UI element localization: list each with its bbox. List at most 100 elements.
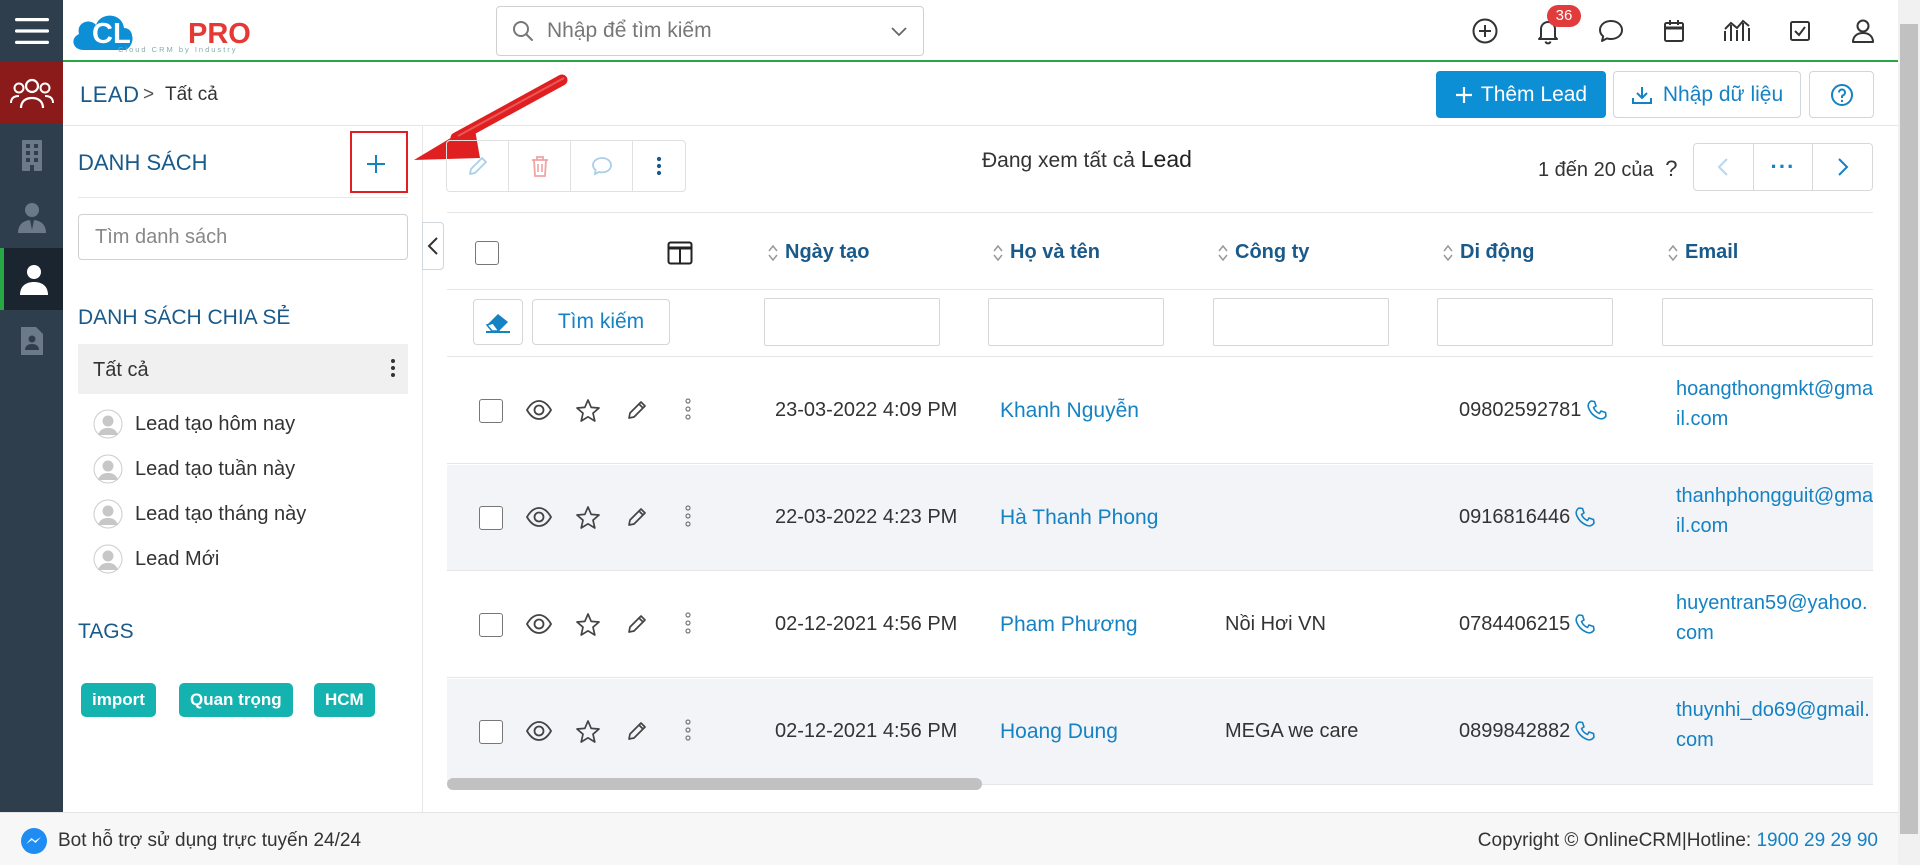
table-row[interactable]: 02-12-2021 4:56 PM Hoang Dung MEGA we ca… [447, 679, 1873, 785]
next-page-button[interactable] [1813, 144, 1872, 190]
avatar-icon [93, 499, 123, 529]
list-search-input[interactable] [78, 214, 408, 260]
list-item[interactable]: Lead tạo hôm nay [93, 404, 403, 444]
filter-email-input[interactable] [1662, 298, 1873, 346]
page-total[interactable]: ? [1665, 156, 1677, 181]
user-profile-button[interactable] [1847, 15, 1879, 47]
phone-icon[interactable] [1574, 613, 1596, 635]
prev-page-button[interactable] [1694, 144, 1754, 190]
column-header-company[interactable]: Công ty [1217, 241, 1309, 264]
collapse-panel-button[interactable] [422, 222, 444, 270]
eye-icon[interactable] [525, 612, 553, 636]
reports-button[interactable] [1721, 15, 1753, 47]
chevron-down-icon[interactable] [889, 21, 909, 41]
cell-mobile: 0784406215 [1459, 613, 1571, 635]
nav-item-documents[interactable] [0, 310, 63, 372]
star-icon[interactable] [575, 612, 601, 638]
list-item-label: Lead Mới [135, 547, 220, 570]
tag-import[interactable]: import [81, 683, 156, 717]
columns-icon[interactable] [667, 241, 693, 265]
horizontal-scrollbar[interactable] [447, 778, 982, 790]
chat-button[interactable] [1595, 15, 1627, 47]
cell-email[interactable]: thuynhi_do69@gmail.com [1676, 695, 1873, 755]
more-icon [656, 156, 662, 176]
import-data-button[interactable]: Nhập dữ liệu [1613, 71, 1801, 118]
more-actions-button[interactable] [633, 141, 685, 191]
nav-item-customers[interactable] [0, 62, 63, 124]
star-icon[interactable] [575, 719, 601, 745]
search-input[interactable] [547, 11, 875, 51]
nav-item-contacts[interactable] [0, 186, 63, 248]
delete-button[interactable] [509, 141, 571, 191]
phone-icon[interactable] [1586, 399, 1608, 421]
column-header-mobile[interactable]: Di động [1442, 241, 1534, 264]
help-button[interactable] [1809, 71, 1874, 118]
sort-icon [1668, 244, 1678, 261]
star-icon[interactable] [575, 505, 601, 531]
add-lead-button[interactable]: Thêm Lead [1436, 71, 1606, 118]
support-bot-link[interactable]: Bot hỗ trợ sử dụng trực tuyến 24/24 [20, 827, 361, 855]
table-row[interactable]: 23-03-2022 4:09 PM Khanh Nguyễn 09802592… [447, 358, 1873, 464]
cell-email[interactable]: huyentran59@yahoo.com [1676, 588, 1873, 648]
column-header-created[interactable]: Ngày tạo [767, 241, 869, 264]
list-item[interactable]: Lead tạo tháng này [93, 494, 403, 534]
menu-button[interactable] [0, 0, 63, 62]
phone-icon[interactable] [1574, 506, 1596, 528]
more-icon[interactable] [685, 505, 691, 527]
eraser-icon [485, 314, 510, 333]
page-count: 1 đến 20 của ? [1538, 156, 1677, 182]
filter-company-input[interactable] [1213, 298, 1389, 346]
more-icon[interactable] [685, 398, 691, 420]
list-item[interactable]: Lead tạo tuần này [93, 449, 403, 489]
find-button[interactable]: Tìm kiếm [532, 299, 670, 345]
more-icon[interactable] [685, 719, 691, 741]
filter-created-input[interactable] [764, 298, 940, 346]
edit-button[interactable] [447, 141, 509, 191]
filter-fullname-input[interactable] [988, 298, 1164, 346]
pencil-icon[interactable] [625, 719, 649, 743]
phone-icon[interactable] [1574, 720, 1596, 742]
tag-important[interactable]: Quan trọng [179, 683, 293, 717]
cell-fullname[interactable]: Hà Thanh Phong [1000, 506, 1158, 530]
star-icon[interactable] [575, 398, 601, 424]
list-item-all[interactable]: Tất cả [78, 344, 408, 394]
cell-email[interactable]: hoangthongmkt@gmail.com [1676, 374, 1873, 434]
nav-item-organizations[interactable] [0, 124, 63, 186]
column-header-email[interactable]: Email [1667, 241, 1738, 264]
pencil-icon[interactable] [625, 612, 649, 636]
row-checkbox[interactable] [479, 613, 503, 637]
cell-fullname[interactable]: Khanh Nguyễn [1000, 399, 1139, 423]
cell-fullname[interactable]: Hoang Dung [1000, 720, 1118, 744]
row-checkbox[interactable] [479, 720, 503, 744]
tag-hcm[interactable]: HCM [314, 683, 375, 717]
calendar-button[interactable] [1658, 15, 1690, 47]
nav-item-leads[interactable] [0, 248, 63, 310]
filter-mobile-input[interactable] [1437, 298, 1613, 346]
eye-icon[interactable] [525, 398, 553, 422]
logo[interactable]: CLOUD PRO Cloud CRM by Industry [70, 4, 295, 56]
row-checkbox[interactable] [479, 399, 503, 423]
quick-create-button[interactable] [1469, 15, 1501, 47]
more-icon[interactable] [390, 356, 396, 380]
cell-email[interactable]: thanhphongguit@gmail.com [1676, 481, 1873, 541]
page-menu-button[interactable]: ··· [1754, 144, 1814, 190]
pencil-icon[interactable] [625, 398, 649, 422]
column-header-fullname[interactable]: Họ và tên [992, 241, 1100, 264]
more-icon[interactable] [685, 612, 691, 634]
tasks-button[interactable] [1784, 15, 1816, 47]
eye-icon[interactable] [525, 719, 553, 743]
hotline-link[interactable]: 1900 29 29 90 [1756, 830, 1878, 851]
comment-button[interactable] [571, 141, 633, 191]
breadcrumb-module[interactable]: LEAD [80, 82, 139, 108]
list-item[interactable]: Lead Mới [93, 539, 403, 579]
row-checkbox[interactable] [479, 506, 503, 530]
global-search[interactable] [496, 6, 924, 56]
vertical-scrollbar[interactable] [1900, 24, 1918, 834]
cell-fullname[interactable]: Pham Phương [1000, 613, 1138, 637]
clear-filter-button[interactable] [473, 299, 523, 345]
pencil-icon[interactable] [625, 505, 649, 529]
select-all-checkbox[interactable] [475, 241, 499, 265]
table-row[interactable]: 02-12-2021 4:56 PM Pham Phương Nồi Hơi V… [447, 572, 1873, 678]
table-row[interactable]: 22-03-2022 4:23 PM Hà Thanh Phong 091681… [447, 465, 1873, 571]
eye-icon[interactable] [525, 505, 553, 529]
